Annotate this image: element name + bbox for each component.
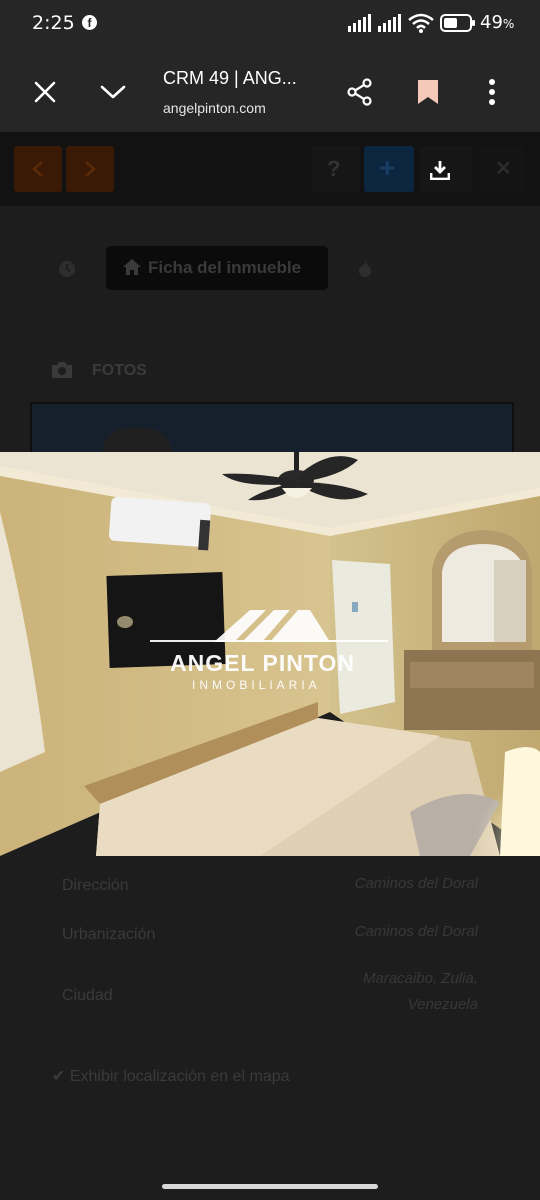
tab-property-sheet-label: Ficha del inmueble xyxy=(148,258,302,277)
home-icon xyxy=(123,259,141,275)
page-url: angelpinton.com xyxy=(163,100,266,116)
photos-section-label: FOTOS xyxy=(92,362,147,379)
chevron-left-icon xyxy=(32,161,43,177)
fire-icon[interactable] xyxy=(358,260,372,278)
more-vert-icon[interactable] xyxy=(488,78,496,106)
status-bar: 2:25 f 49% xyxy=(0,0,540,48)
address-value: Caminos del Doral xyxy=(354,875,478,892)
help-button[interactable]: ? xyxy=(312,146,360,192)
watermark-brand: ANGEL PINTON xyxy=(170,650,355,676)
signal-icon-2 xyxy=(378,14,401,32)
crm-toolbar: ? + ✕ xyxy=(0,132,540,206)
next-button[interactable] xyxy=(66,146,114,192)
tab-property-sheet[interactable]: Ficha del inmueble xyxy=(106,246,328,290)
show-map-label: Exhibir localización en el mapa xyxy=(69,1068,290,1085)
address-label: Dirección xyxy=(62,877,129,894)
download-button[interactable] xyxy=(420,146,472,192)
status-time: 2:25 xyxy=(32,12,75,34)
show-map-checkbox[interactable]: ✔ Exhibir localización en el mapa xyxy=(52,1066,290,1086)
share-icon[interactable] xyxy=(346,78,374,106)
facebook-icon: f xyxy=(82,15,97,30)
download-icon xyxy=(430,161,450,180)
clock-icon[interactable] xyxy=(58,260,76,278)
battery-percent: 49% xyxy=(480,12,515,33)
close-icon-dim: ✕ xyxy=(495,158,512,180)
page-title: CRM 49 | ANG... xyxy=(163,68,297,88)
property-photo[interactable]: ANGEL PINTON INMOBILIARIA xyxy=(0,452,540,856)
gesture-nav-bar[interactable] xyxy=(162,1184,378,1189)
angel-pinton-logo xyxy=(150,610,388,642)
help-icon: ? xyxy=(327,156,341,181)
close-record-button[interactable]: ✕ xyxy=(480,146,526,192)
city-value-line1: Maracaibo, Zulia, xyxy=(362,970,478,987)
city-value-line2: Venezuela xyxy=(407,996,478,1013)
check-icon: ✔ xyxy=(52,1068,66,1085)
chevron-down-icon[interactable] xyxy=(100,84,126,100)
wifi-icon xyxy=(408,13,434,33)
browser-app-bar: CRM 49 | ANG... angelpinton.com xyxy=(0,48,540,132)
chevron-right-icon xyxy=(85,161,96,177)
urbanization-value: Caminos del Doral xyxy=(354,923,478,940)
add-button[interactable]: + xyxy=(364,146,414,192)
prev-button[interactable] xyxy=(14,146,62,192)
urbanization-label: Urbanización xyxy=(62,926,156,943)
plus-icon: + xyxy=(379,152,396,183)
battery-icon xyxy=(440,14,475,32)
city-label: Ciudad xyxy=(62,987,113,1004)
close-icon[interactable] xyxy=(34,81,56,103)
signal-icon xyxy=(348,14,371,32)
watermark-subtitle: INMOBILIARIA xyxy=(192,678,321,692)
bookmark-icon[interactable] xyxy=(417,79,439,105)
photo-carousel-frame xyxy=(30,402,514,454)
camera-icon xyxy=(52,362,72,378)
